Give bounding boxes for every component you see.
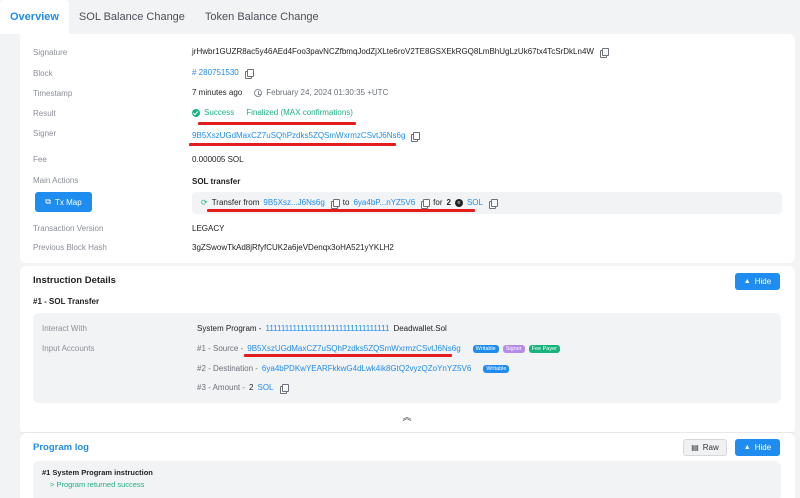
transfer-for-word: for bbox=[433, 198, 443, 207]
tab-bar: Overview SOL Balance Change Token Balanc… bbox=[0, 0, 800, 34]
fee-label: Fee bbox=[33, 155, 47, 164]
highlight-underline-signer bbox=[189, 143, 396, 146]
clock-icon bbox=[254, 88, 263, 97]
amount-value: 2 bbox=[249, 383, 254, 392]
transfer-to-word: to bbox=[342, 198, 350, 207]
copy-icon[interactable] bbox=[421, 198, 431, 209]
transfer-from-link[interactable]: 9B5Xsz...J6Ns6g bbox=[263, 198, 324, 207]
program-log-title: Program log bbox=[33, 442, 89, 453]
block-label: Block bbox=[33, 69, 53, 78]
signature-label: Signature bbox=[33, 48, 68, 57]
highlight-underline-source bbox=[244, 354, 452, 357]
timestamp-relative: 7 minutes ago bbox=[192, 88, 243, 97]
prev-hash-label: Previous Block Hash bbox=[33, 243, 107, 252]
instruction-details-panel: Instruction Details ▲ Hide #1 - SOL Tran… bbox=[20, 266, 795, 434]
block-link[interactable]: # 280751530 bbox=[192, 68, 239, 77]
source-account-row: #1 - Source - 9B5XszUGdMaxCZ7uSQhPzdks5Z… bbox=[197, 344, 560, 353]
amount-prefix: #3 - Amount - bbox=[197, 383, 246, 392]
destination-account-row: #2 - Destination - 6ya4bPDKwYEARFkkwG4dL… bbox=[197, 364, 510, 373]
highlight-underline-result bbox=[198, 122, 356, 125]
transfer-to-link[interactable]: 6ya4bP...nYZ5V6 bbox=[353, 198, 415, 207]
hide-label: Hide bbox=[754, 277, 772, 286]
result-value: Success Finalized (MAX confirmations) bbox=[192, 108, 353, 117]
destination-account-link[interactable]: 6ya4bPDKwYEARFkkwG4dLwk4ik8GtQ2vyzQZoYnY… bbox=[262, 364, 471, 373]
source-prefix: #1 - Source - bbox=[197, 344, 244, 353]
chevron-up-icon: ▲ bbox=[743, 278, 751, 285]
highlight-underline-transfer bbox=[207, 209, 475, 212]
panel-divider bbox=[20, 432, 795, 433]
signature-value: jrHwbr1GUZR8ac5y46AEd4Foo3pavNCZfbmqJodZ… bbox=[192, 47, 609, 58]
signer-value: 9B5XszUGdMaxCZ7uSQhPzdks5ZQSmWxrmzCSvtJ6… bbox=[192, 131, 421, 142]
main-action-title: SOL transfer bbox=[192, 177, 241, 186]
tx-version-value: LEGACY bbox=[192, 224, 225, 233]
chevron-up-icon: ▲ bbox=[743, 444, 751, 451]
fee-value: 0.000005 SOL bbox=[192, 155, 244, 164]
signer-badge: Signer bbox=[502, 344, 525, 353]
timestamp-value: 7 minutes ago February 24, 2024 01:30:35… bbox=[192, 88, 388, 97]
transfer-token-link[interactable]: SOL bbox=[467, 198, 483, 207]
transfer-amount: 2 bbox=[446, 198, 451, 207]
share-icon: ⧉ bbox=[45, 197, 52, 206]
instruction-box: Interact With System Program - 111111111… bbox=[33, 313, 781, 403]
prev-hash-value: 3gZSwowTkAd8jRfyfCUK2a6jeVDenqx3oHA521yY… bbox=[192, 243, 394, 252]
result-finality: Finalized (MAX confirmations) bbox=[246, 108, 353, 117]
copy-icon[interactable] bbox=[279, 383, 289, 394]
fee-payer-badge: Fee Payer bbox=[528, 344, 560, 353]
amount-token-link[interactable]: SOL bbox=[257, 383, 273, 392]
writable-badge: Writable bbox=[472, 344, 499, 353]
instruction-item-title: #1 - SOL Transfer bbox=[33, 297, 100, 306]
program-log-hide-button[interactable]: ▲ Hide bbox=[735, 439, 780, 456]
copy-icon[interactable] bbox=[599, 47, 609, 58]
log-entry-title: #1 System Program instruction bbox=[42, 468, 153, 477]
raw-label: Raw bbox=[702, 443, 719, 452]
interact-with-label: Interact With bbox=[42, 324, 87, 333]
success-check-icon bbox=[192, 108, 200, 117]
transfer-prefix: Transfer from bbox=[211, 198, 260, 207]
copy-icon[interactable] bbox=[330, 198, 340, 209]
copy-icon[interactable] bbox=[411, 131, 421, 142]
signer-link[interactable]: 9B5XszUGdMaxCZ7uSQhPzdks5ZQSmWxrmzCSvtJ6… bbox=[192, 131, 405, 140]
refresh-icon: ⟳ bbox=[201, 198, 208, 207]
sol-token-icon: ≡ bbox=[454, 198, 463, 207]
copy-icon[interactable] bbox=[488, 198, 498, 209]
tab-overview[interactable]: Overview bbox=[0, 0, 69, 34]
tx-version-label: Transaction Version bbox=[33, 224, 104, 233]
copy-icon[interactable] bbox=[244, 68, 254, 79]
instruction-details-title: Instruction Details bbox=[33, 275, 116, 286]
program-log-panel: Program log ▤ Raw ▲ Hide #1 System Progr… bbox=[20, 434, 795, 498]
interact-with-value: System Program - 11111111111111111111111… bbox=[197, 324, 447, 333]
signer-label: Signer bbox=[33, 129, 57, 138]
tab-token-balance-change[interactable]: Token Balance Change bbox=[195, 0, 329, 34]
raw-button[interactable]: ▤ Raw bbox=[683, 439, 727, 456]
overview-panel: Signature jrHwbr1GUZR8ac5y46AEd4Foo3pavN… bbox=[20, 34, 795, 263]
log-entry-line: > Program returned success bbox=[50, 480, 145, 489]
transfer-line: ⟳ Transfer from 9B5Xsz...J6Ns6g to 6ya4b… bbox=[201, 198, 498, 209]
source-account-link[interactable]: 9B5XszUGdMaxCZ7uSQhPzdks5ZQSmWxrmzCSvtJ6… bbox=[247, 344, 460, 353]
timestamp-absolute: February 24, 2024 01:30:35 +UTC bbox=[266, 88, 389, 97]
document-icon: ▤ bbox=[691, 443, 699, 452]
writable-badge: Writable bbox=[483, 364, 510, 373]
tx-map-label: Tx Map bbox=[55, 197, 82, 207]
interact-prefix: System Program - bbox=[197, 324, 262, 333]
interact-name: Deadwallet.Sol bbox=[393, 324, 447, 333]
signature-text[interactable]: jrHwbr1GUZR8ac5y46AEd4Foo3pavNCZfbmqJodZ… bbox=[192, 47, 594, 56]
tx-map-button[interactable]: ⧉ Tx Map bbox=[35, 192, 92, 212]
instruction-hide-button[interactable]: ▲ Hide bbox=[735, 273, 780, 290]
tab-sol-balance-change[interactable]: SOL Balance Change bbox=[69, 0, 195, 34]
input-accounts-label: Input Accounts bbox=[42, 344, 95, 353]
program-log-box: #1 System Program instruction > Program … bbox=[33, 461, 781, 498]
collapse-chevrons-icon[interactable]: ︽ bbox=[401, 411, 413, 423]
result-status: Success bbox=[204, 108, 235, 117]
result-label: Result bbox=[33, 109, 56, 118]
amount-row: #3 - Amount - 2 SOL bbox=[197, 383, 289, 394]
timestamp-label: Timestamp bbox=[33, 89, 73, 98]
interact-program-link[interactable]: 11111111111111111111111111111111 bbox=[265, 324, 389, 333]
destination-prefix: #2 - Destination - bbox=[197, 364, 258, 373]
main-actions-label: Main Actions bbox=[33, 176, 79, 185]
block-value: # 280751530 bbox=[192, 68, 254, 79]
hide-label: Hide bbox=[754, 443, 772, 452]
